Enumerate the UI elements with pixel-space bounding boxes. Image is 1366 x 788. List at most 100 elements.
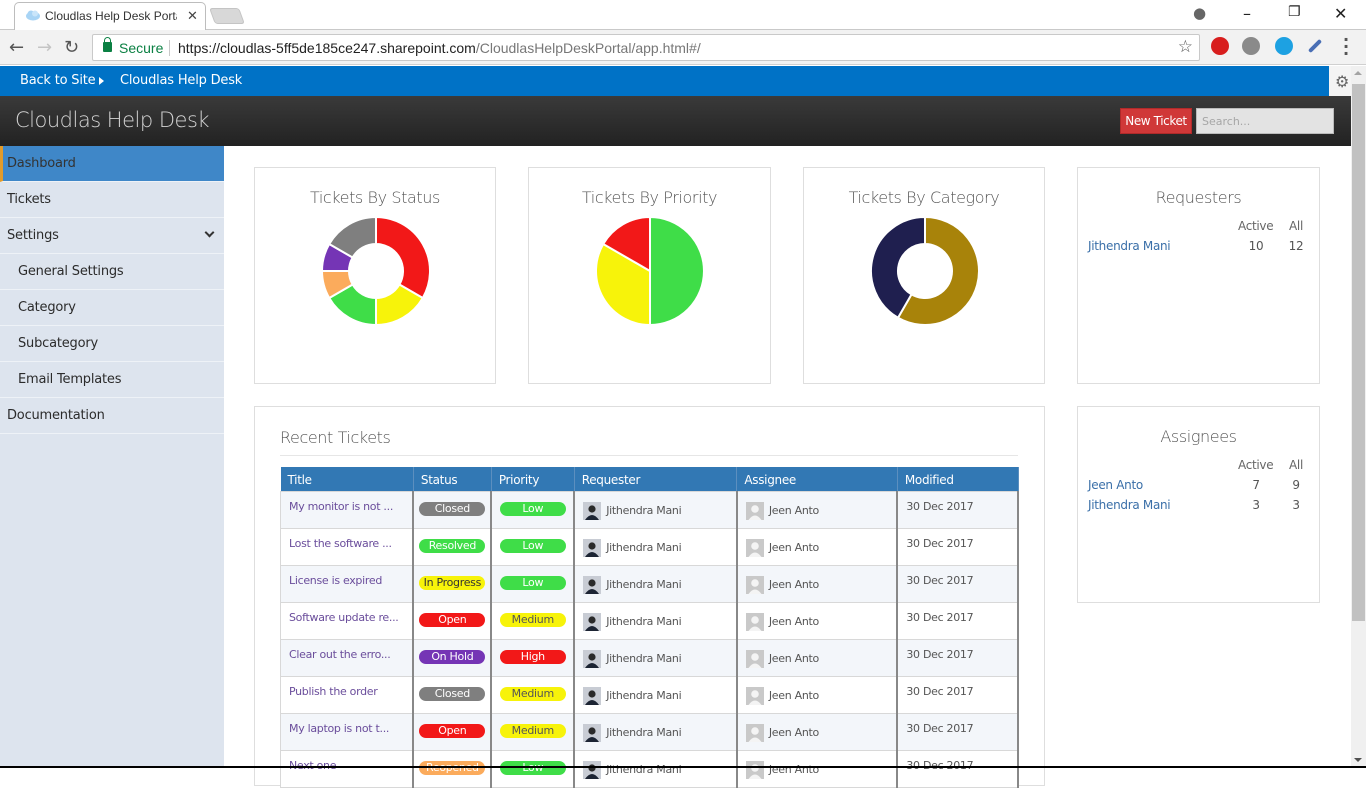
table-row[interactable]: License is expired In Progress Low Jithe… — [280, 564, 1019, 603]
requester-name-link[interactable]: Jithendra Mani — [1088, 239, 1171, 253]
lock-icon — [103, 37, 112, 52]
back-arrow-icon[interactable]: ← — [9, 37, 24, 58]
close-tab-icon[interactable]: ✕ — [187, 8, 198, 24]
forward-arrow-icon[interactable]: → — [37, 37, 52, 58]
sidebar-item-documentation[interactable]: Documentation — [0, 398, 224, 434]
restore-button[interactable]: ❐ — [1288, 4, 1301, 20]
url-text[interactable]: https://cloudlas-5ff5de185ce247.sharepoi… — [178, 40, 701, 56]
requester-avatar-icon — [583, 538, 602, 557]
table-row[interactable]: My monitor is not ... Closed Low Jithend… — [280, 490, 1019, 529]
priority-badge: High — [499, 649, 566, 664]
assignee-all-count: 9 — [1292, 478, 1300, 492]
eyedropper-extension-icon[interactable] — [1307, 38, 1323, 54]
requester-cell: Jithendra Mani — [575, 760, 736, 779]
column-header-priority[interactable]: Priority — [491, 467, 575, 491]
sidebar-item-label: Dashboard — [7, 156, 76, 171]
bookmark-star-icon[interactable]: ☆ — [1178, 37, 1193, 57]
assignee-name-link[interactable]: Jeen Anto — [1088, 478, 1143, 492]
ticket-title-link[interactable]: Publish the order — [281, 685, 412, 698]
minimize-button[interactable]: – — [1243, 4, 1251, 23]
scroll-up-arrow-icon[interactable] — [1354, 71, 1362, 75]
requester-avatar-icon — [583, 723, 602, 742]
sidebar-item-subcategory[interactable]: Subcategory — [0, 326, 224, 362]
ticket-title-link[interactable]: My laptop is not t... — [281, 722, 412, 735]
table-header-row: Title Status Priority Requester Assignee… — [280, 467, 1019, 491]
column-header-title[interactable]: Title — [280, 467, 414, 491]
vertical-scrollbar[interactable] — [1351, 66, 1366, 766]
table-row[interactable]: Software update re... Open Medium Jithen… — [280, 601, 1019, 640]
address-bar[interactable]: Secure https://cloudlas-5ff5de185ce247.s… — [92, 34, 1200, 61]
requester-cell: Jithendra Mani — [575, 723, 736, 742]
slice-low[interactable]: Low: 6 — [649, 216, 705, 326]
status-chart-card: Tickets By Status Open: 4In Progress: 2R… — [254, 167, 496, 384]
ticket-title-link[interactable]: My monitor is not ... — [281, 500, 412, 513]
requesters-card: Requesters Active All Jithendra Mani 10 … — [1077, 167, 1320, 384]
modified-date: 30 Dec 2017 — [906, 721, 974, 735]
requester-cell: Jithendra Mani — [575, 575, 736, 594]
reload-icon[interactable]: ↻ — [64, 37, 79, 58]
status-badge: Resolved — [419, 538, 486, 553]
close-window-button[interactable]: ✕ — [1334, 4, 1347, 23]
cloud-icon — [26, 10, 40, 21]
table-row[interactable]: Lost the software ... Resolved Low Jithe… — [280, 527, 1019, 566]
ticket-title-link[interactable]: Next one — [281, 759, 412, 772]
sidebar-item-dashboard[interactable]: Dashboard — [0, 146, 224, 182]
assignee-name-link[interactable]: Jithendra Mani — [1088, 498, 1171, 512]
gear-icon[interactable]: ⚙ — [1335, 72, 1349, 91]
back-to-site-link[interactable]: Back to Site — [20, 73, 96, 88]
column-header-status[interactable]: Status — [413, 467, 492, 491]
requester-avatar-icon — [583, 760, 602, 779]
sidebar-item-label: Subcategory — [18, 336, 98, 351]
ticket-title-link[interactable]: Software update re... — [281, 611, 412, 624]
category-chart-title: Tickets By Category — [848, 188, 1000, 207]
modified-date: 30 Dec 2017 — [906, 684, 974, 698]
requester-name: Jithendra Mani — [606, 763, 682, 776]
default-user-avatar-icon — [745, 575, 764, 594]
scrollbar-thumb[interactable] — [1352, 84, 1365, 621]
sidebar-item-settings[interactable]: Settings — [0, 218, 224, 254]
modified-date: 30 Dec 2017 — [906, 499, 974, 513]
assignee-active-count: 7 — [1252, 478, 1260, 492]
column-header-modified[interactable]: Modified — [897, 467, 1019, 491]
requester-cell: Jithendra Mani — [575, 538, 736, 557]
table-row[interactable]: Clear out the erro... On Hold High Jithe… — [280, 638, 1019, 677]
scroll-down-arrow-icon[interactable] — [1354, 758, 1362, 762]
search-input[interactable] — [1196, 108, 1334, 134]
assignee-name: Jeen Anto — [768, 541, 819, 554]
column-header-assignee[interactable]: Assignee — [736, 467, 898, 491]
chevron-down-icon[interactable] — [204, 227, 215, 238]
default-user-avatar-icon — [745, 501, 764, 520]
url-host: https://cloudlas-5ff5de185ce247.sharepoi… — [178, 40, 476, 56]
table-row[interactable]: Next one Reopened Low Jithendra Mani Jee… — [280, 749, 1019, 788]
url-path: /CloudlasHelpDeskPortal/app.html#/ — [475, 40, 701, 56]
table-row[interactable]: My laptop is not t... Open Medium Jithen… — [280, 712, 1019, 751]
profile-icon[interactable]: ● — [1193, 4, 1206, 22]
assignee-cell: Jeen Anto — [738, 575, 897, 594]
requester-name: Jithendra Mani — [606, 541, 682, 554]
adblock-extension-icon[interactable] — [1211, 37, 1229, 55]
sidebar-item-category[interactable]: Category — [0, 290, 224, 326]
new-tab-button[interactable] — [209, 8, 245, 24]
address-separator — [169, 40, 170, 56]
sidebar-item-email-templates[interactable]: Email Templates — [0, 362, 224, 398]
assignee-cell: Jeen Anto — [738, 686, 897, 705]
skype-extension-icon[interactable] — [1275, 37, 1293, 55]
browser-menu-icon[interactable]: · · · — [1343, 32, 1349, 62]
ticket-title-link[interactable]: Lost the software ... — [281, 537, 412, 550]
priority-badge: Low — [499, 501, 566, 516]
modified-date: 30 Dec 2017 — [906, 573, 974, 587]
column-header-requester[interactable]: Requester — [574, 467, 738, 491]
film-extension-icon[interactable] — [1242, 37, 1260, 55]
priority-pie-chart: Low: 6Medium: 4High: 2 — [595, 216, 705, 326]
ticket-title-link[interactable]: License is expired — [281, 574, 412, 587]
sidebar-item-general-settings[interactable]: General Settings — [0, 254, 224, 290]
assignee-name: Jeen Anto — [768, 504, 819, 517]
new-ticket-button[interactable]: New Ticket — [1120, 108, 1192, 134]
site-breadcrumb-link[interactable]: Cloudlas Help Desk — [120, 73, 242, 88]
sidebar-item-tickets[interactable]: Tickets — [0, 182, 224, 218]
browser-tab[interactable]: Cloudlas Help Desk Portal ✕ — [14, 2, 206, 31]
requester-avatar-icon — [583, 686, 602, 705]
table-row[interactable]: Publish the order Closed Medium Jithendr… — [280, 675, 1019, 714]
status-badge: Closed — [419, 686, 486, 701]
ticket-title-link[interactable]: Clear out the erro... — [281, 648, 412, 661]
